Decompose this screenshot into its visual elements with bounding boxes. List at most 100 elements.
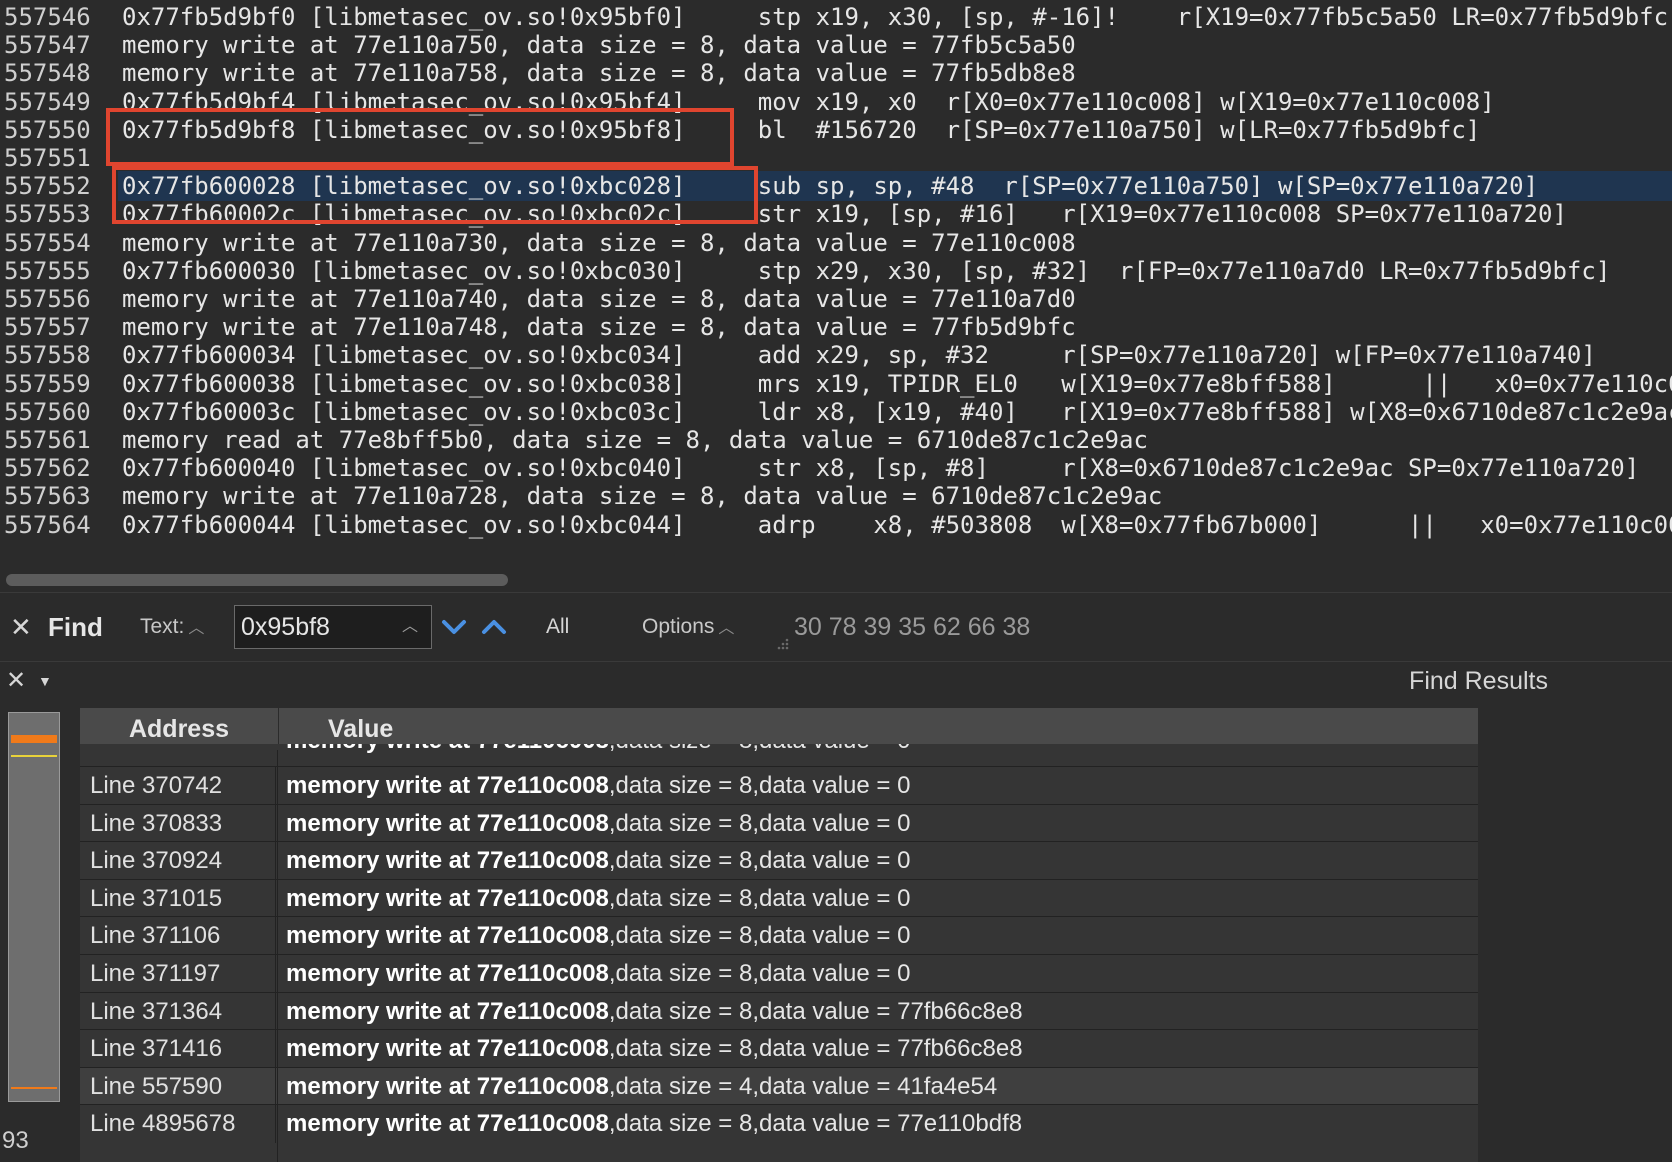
results-count: 93: [2, 1127, 29, 1154]
trace-line[interactable]: 557547 memory write at 77e110a750, data s…: [0, 30, 1672, 60]
row-value: memory write at 77e110c008,data size = 8…: [286, 917, 910, 955]
line-number: 557561: [4, 426, 91, 454]
trace-line[interactable]: 557551: [0, 143, 1672, 173]
trace-listing[interactable]: 557546 0x77fb5d9bf0 [libmetasec_ov.so!0x9…: [0, 0, 1672, 570]
chevron-down-icon[interactable]: ▼: [38, 664, 52, 698]
row-address: Line 557590: [80, 1067, 276, 1106]
row-address: Line 371197: [80, 955, 276, 993]
row-value: memory write at 77e110c008,data size = 8…: [286, 1105, 1022, 1143]
trace-line[interactable]: 557560 0x77fb60003c [libmetasec_ov.so!0xb…: [0, 397, 1672, 427]
line-number: 557549: [4, 87, 91, 116]
row-value: memory write at 77e110c008,data size = 8…: [286, 842, 910, 880]
trace-line-text: 0x77fb600030 [libmetasec_ov.so!0xbc030] …: [122, 256, 1611, 285]
trace-line[interactable]: 557559 0x77fb600038 [libmetasec_ov.so!0xb…: [0, 369, 1672, 399]
trace-line-text: 0x77fb5d9bf0 [libmetasec_ov.so!0x95bf0] …: [122, 3, 1672, 31]
table-row[interactable]: Line 370742 memory write at 77e110c008,da…: [80, 766, 1478, 806]
find-results-table[interactable]: Address Value memory write at 77e110c008…: [80, 708, 1478, 1162]
results-overview-ruler[interactable]: [8, 712, 60, 1102]
line-number: 557557: [4, 313, 91, 342]
text-mode-dropdown[interactable]: Text: ︿: [140, 593, 204, 661]
trace-line[interactable]: 557552 0x77fb600028 [libmetasec_ov.so!0xb…: [0, 171, 1672, 202]
find-title: Find: [48, 612, 103, 642]
table-row[interactable]: Line 4895678 memory write at 77e110c008,d…: [80, 1104, 1478, 1145]
resize-grip-icon[interactable]: [774, 637, 790, 653]
options-dropdown[interactable]: Options ︿: [642, 593, 734, 661]
row-value-bold: memory write at 77e110c008: [286, 772, 609, 799]
trace-line-text: memory write at 77e110a758, data size = …: [122, 59, 1076, 88]
trace-line[interactable]: 557549 0x77fb5d9bf4 [libmetasec_ov.so!0x9…: [0, 87, 1672, 117]
trace-line[interactable]: 557550 0x77fb5d9bf8 [libmetasec_ov.so!0x9…: [0, 115, 1672, 145]
row-value-rest: ,data size = 8,data value = 0: [608, 847, 911, 875]
horizontal-scrollbar[interactable]: [0, 570, 1672, 590]
line-number: 557553: [4, 200, 91, 229]
find-results-title: Find Results: [1409, 667, 1548, 695]
trace-line[interactable]: 557556 memory write at 77e110a740, data s…: [0, 284, 1672, 314]
line-number: 557563: [4, 482, 91, 511]
line-number: 557559: [4, 369, 91, 398]
row-value-rest: ,data size = 8,data value = 0: [608, 772, 911, 799]
trace-line[interactable]: 557555 0x77fb600030 [libmetasec_ov.so!0xb…: [0, 256, 1672, 286]
search-history-chevron-icon[interactable]: ︿: [402, 593, 418, 661]
trace-line[interactable]: 557561 memory read at 77e8bff5b0, data si…: [0, 425, 1672, 455]
find-next-arrow-icon[interactable]: [440, 613, 468, 641]
overview-marker: [11, 755, 57, 757]
row-value: memory write at 77e110c008,data size = 4…: [286, 1068, 997, 1106]
table-row[interactable]: Line 557590 memory write at 77e110c008,da…: [80, 1066, 1478, 1107]
row-value-bold: memory write at 77e110c008: [286, 809, 609, 837]
row-value: memory write at 77e110c008,data size = 8…: [286, 1030, 1023, 1068]
trace-line[interactable]: 557562 0x77fb600040 [libmetasec_ov.so!0xb…: [0, 453, 1672, 483]
table-row[interactable]: Line 370924 memory write at 77e110c008,da…: [80, 841, 1478, 882]
row-value-rest: ,data size = 8,data value = 77fb66c8e8: [608, 1035, 1023, 1063]
row-address: Line 371416: [80, 1030, 276, 1069]
trace-line[interactable]: 557564 0x77fb600044 [libmetasec_ov.so!0xb…: [0, 510, 1672, 540]
row-value-rest: ,data size = 8,data value = 0: [608, 922, 911, 950]
horizontal-scrollbar-thumb[interactable]: [6, 574, 508, 586]
line-number: 557564: [4, 510, 91, 539]
trace-line[interactable]: 557548 memory write at 77e110a758, data s…: [0, 58, 1672, 88]
trace-line-text: 0x77fb600034 [libmetasec_ov.so!0xbc034] …: [122, 341, 1596, 370]
table-row[interactable]: Line 371197 memory write at 77e110c008,da…: [80, 954, 1478, 994]
trace-line-text: 0x77fb60003c [libmetasec_ov.so!0xbc03c] …: [122, 397, 1672, 426]
row-value-rest: ,data size = 8,data value = 0: [609, 744, 911, 754]
line-number: 557554: [4, 228, 91, 257]
row-value: memory write at 77e110c008,data size = 8…: [286, 880, 910, 918]
row-value: memory write at 77e110c008,data size = 8…: [286, 993, 1023, 1031]
overview-marker: [11, 1087, 57, 1089]
hex-bytes-display: 30 78 39 35 62 66 38: [794, 613, 1031, 641]
table-row-partial: memory write at 77e110c008,data size = 8…: [80, 744, 1478, 766]
row-value: memory write at 77e110c008,data size = 8…: [286, 805, 910, 843]
row-address: Line 370833: [80, 804, 276, 843]
find-previous-arrow-icon[interactable]: [480, 613, 508, 641]
trace-line[interactable]: 557546 0x77fb5d9bf0 [libmetasec_ov.so!0x9…: [0, 2, 1672, 32]
line-number: 557547: [4, 31, 91, 60]
trace-line[interactable]: 557554 memory write at 77e110a730, data s…: [0, 228, 1672, 258]
line-number: 557550: [4, 115, 91, 144]
find-all-button[interactable]: All: [546, 593, 569, 661]
table-row[interactable]: Line 371416 memory write at 77e110c008,da…: [80, 1029, 1478, 1070]
row-value-bold: memory write at 77e110c008: [286, 1035, 609, 1063]
trace-viewer-window: 557546 0x77fb5d9bf0 [libmetasec_ov.so!0x9…: [0, 0, 1672, 1162]
row-value-bold: memory write at 77e110c008: [286, 1072, 609, 1100]
row-value-bold: memory write at 77e110c008: [286, 1110, 609, 1138]
trace-line-text: 0x77fb600040 [libmetasec_ov.so!0xbc040] …: [122, 454, 1640, 483]
row-value-rest: ,data size = 8,data value = 77e110bdf8: [608, 1110, 1023, 1138]
line-number: 557552: [4, 172, 91, 201]
trace-line-text: 0x77fb600028 [libmetasec_ov.so!0xbc028] …: [118, 171, 1672, 202]
close-icon[interactable]: ✕: [10, 593, 32, 661]
trace-line[interactable]: 557553 0x77fb60002c [libmetasec_ov.so!0xb…: [0, 199, 1672, 229]
row-value: memory write at 77e110c008,data size = 8…: [286, 744, 910, 760]
row-address: Line 371106: [80, 917, 276, 956]
close-results-icon[interactable]: ✕: [6, 664, 26, 698]
trace-line-text: 0x77fb600044 [libmetasec_ov.so!0xbc044] …: [122, 510, 1672, 539]
table-row[interactable]: Line 371106 memory write at 77e110c008,da…: [80, 916, 1478, 957]
table-row[interactable]: Line 371015 memory write at 77e110c008,da…: [80, 878, 1478, 919]
line-number: 557562: [4, 454, 91, 483]
trace-line-text: memory write at 77e110a750, data size = …: [122, 31, 1076, 60]
find-results-header: ✕ ▼ Find Results: [0, 662, 1672, 700]
trace-line[interactable]: 557558 0x77fb600034 [libmetasec_ov.so!0xb…: [0, 340, 1672, 370]
find-bar: ✕ Find Text:︿ ︿ All Options︿ 30 78 39 35…: [0, 592, 1672, 662]
trace-line[interactable]: 557563 memory write at 77e110a728, data s…: [0, 481, 1672, 511]
table-row[interactable]: Line 370833 memory write at 77e110c008,da…: [80, 803, 1478, 844]
table-row[interactable]: Line 371364 memory write at 77e110c008,da…: [80, 991, 1478, 1032]
trace-line[interactable]: 557557 memory write at 77e110a748, data s…: [0, 312, 1672, 342]
